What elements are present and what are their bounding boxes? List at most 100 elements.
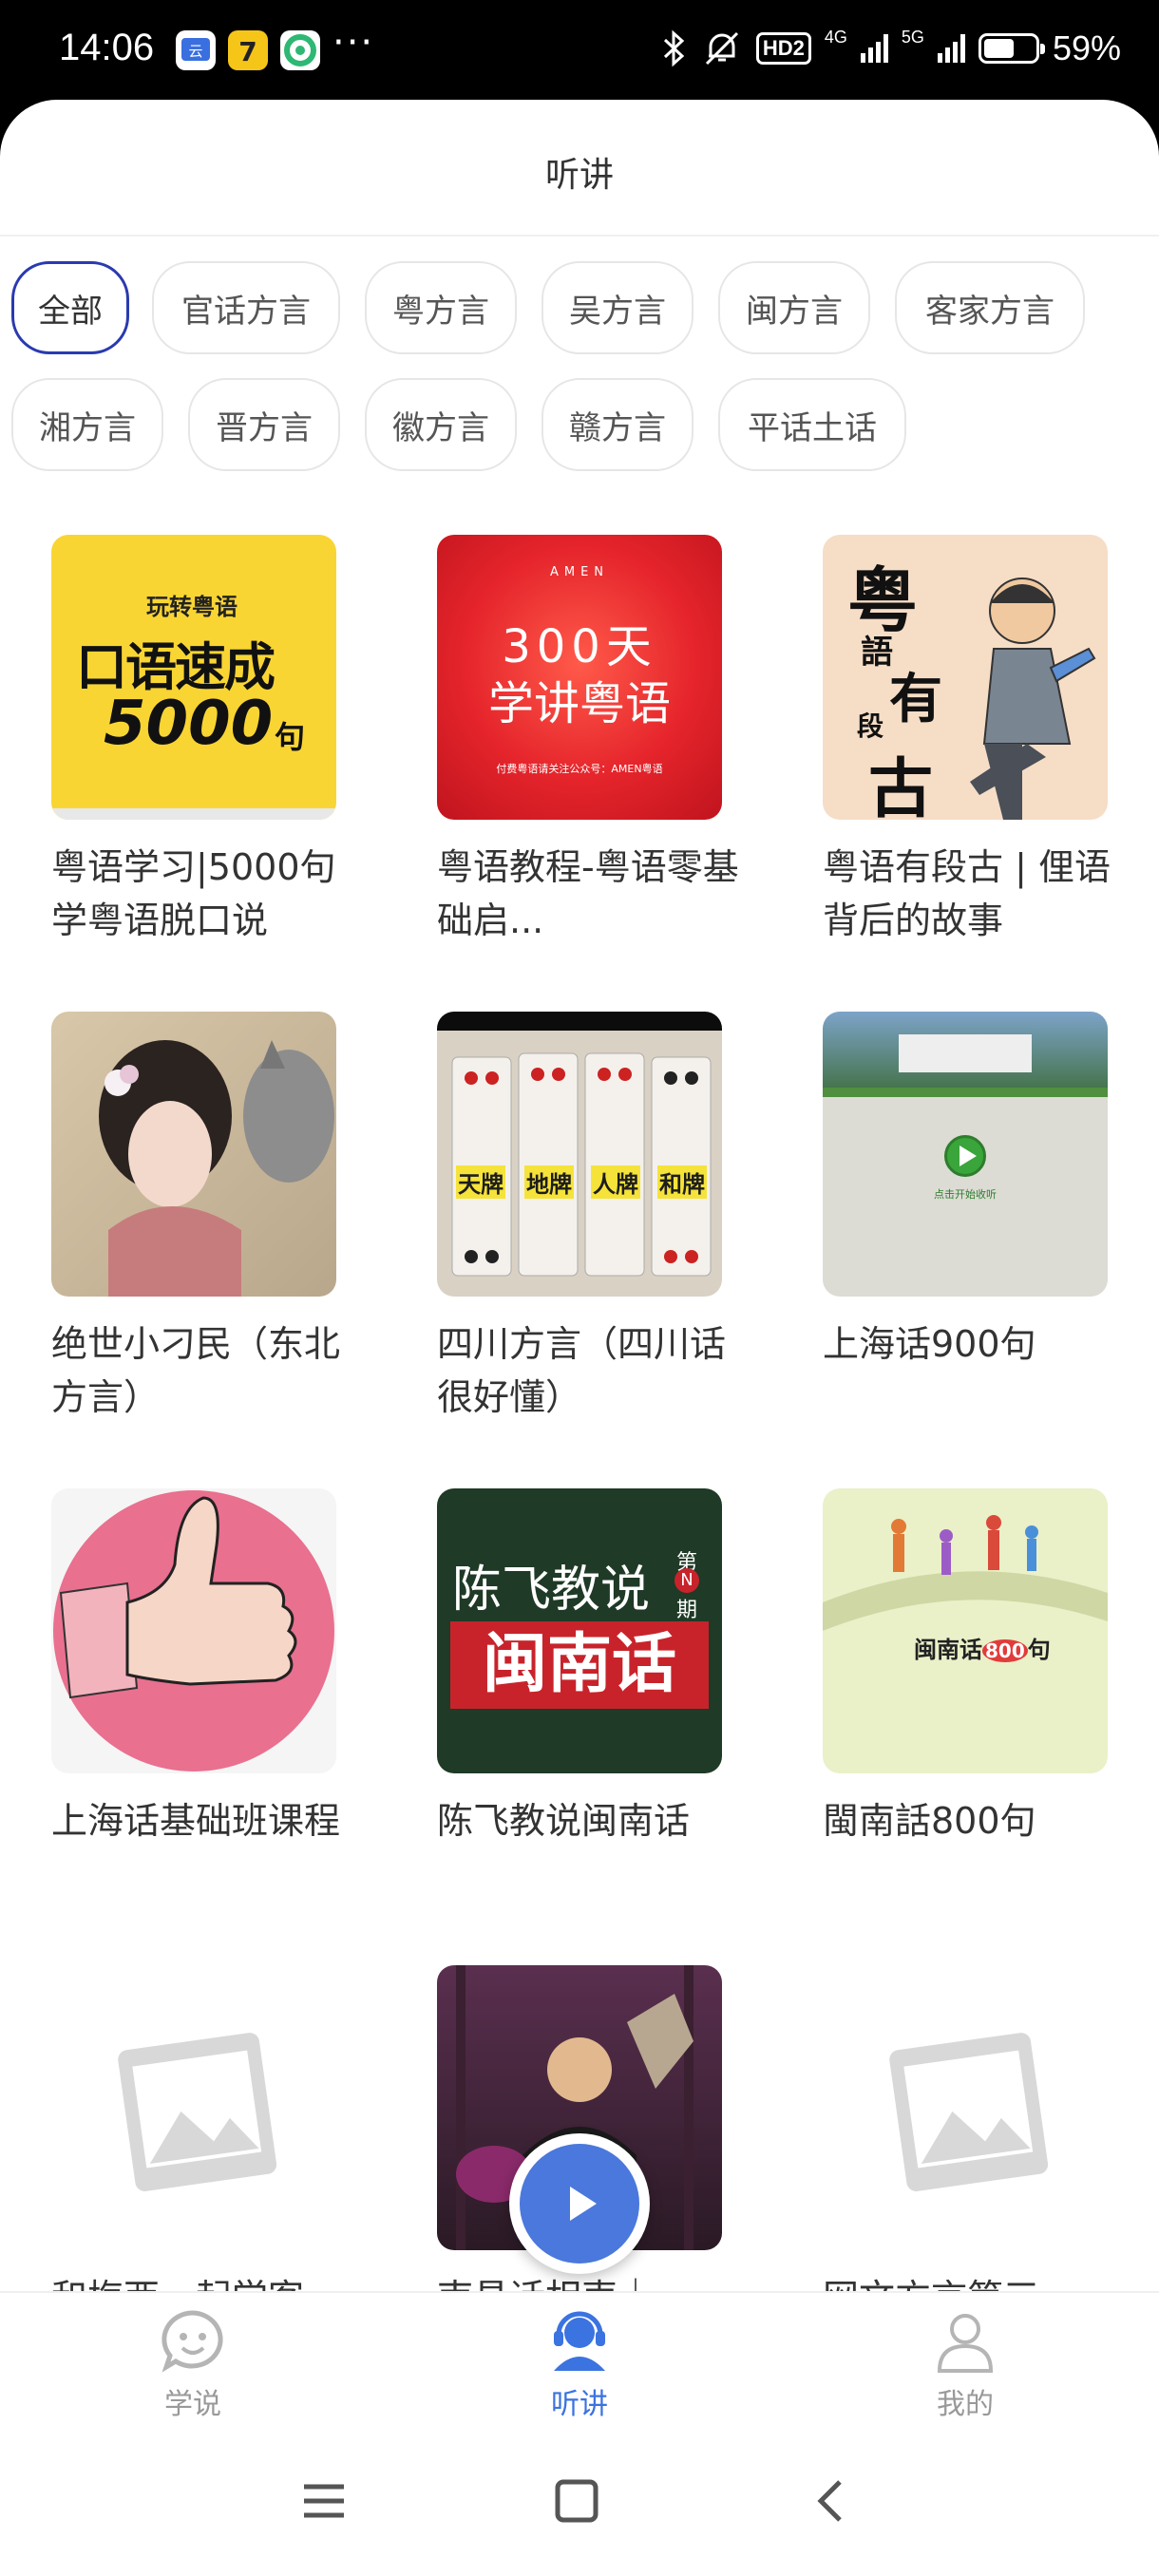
course-title: 粤语教程-粤语零基础启...	[437, 846, 739, 941]
course-cover: 玩转粤语 口语速成 5000 句	[51, 535, 336, 820]
play-button[interactable]	[509, 2133, 650, 2274]
nav-item-speak[interactable]: 学说	[98, 2308, 288, 2422]
course-cover: 粤 語 有 段 古	[823, 535, 1108, 820]
status-bar: 14:06 云 7 ··· HD2 4G 5G 59%	[0, 0, 1159, 100]
cover-text: 句	[275, 719, 306, 755]
image-placeholder-icon	[118, 2033, 277, 2191]
status-time: 14:06	[59, 27, 155, 68]
cover-text: 句	[1027, 1637, 1051, 1663]
back-icon[interactable]	[808, 2477, 855, 2525]
cover-text: 期	[676, 1599, 698, 1622]
cover-text: 和牌	[657, 1165, 707, 1199]
nav-label: 听讲	[551, 2388, 608, 2421]
cover-text: 点击开始收听	[934, 1188, 997, 1201]
app-notification-icon: 7	[228, 30, 268, 70]
course-cover: 闽南话 800 句	[823, 1488, 1108, 1773]
cover-text: 付费粤语请关注公众号：AMEN粤语	[496, 763, 663, 775]
cover-text: 人牌	[591, 1165, 640, 1199]
cover-text: 陈飞教说	[452, 1562, 651, 1619]
signal-icon	[937, 34, 965, 63]
hd-voice-badge: HD2	[755, 32, 811, 65]
course-card[interactable]: 闽南话 800 句 閩南話800句	[823, 1488, 1108, 1847]
battery-percent: 59%	[1052, 28, 1121, 67]
menu-icon[interactable]	[300, 2477, 348, 2525]
course-card[interactable]: 网文方言第三	[823, 1965, 1108, 2324]
cover-text: 語	[861, 634, 893, 672]
course-card[interactable]: 点击开始收听 上海话900句	[823, 1012, 1108, 1371]
system-nav-bar	[0, 2434, 1159, 2576]
course-title: 陈飞教说闽南话	[437, 1800, 691, 1842]
cover-text: 天牌	[456, 1165, 505, 1199]
category-chip-min[interactable]: 闽方言	[718, 261, 870, 354]
course-title: 四川方言（四川话很好懂）	[437, 1323, 727, 1418]
signal-icon	[860, 34, 888, 63]
cover-text: 有	[889, 668, 942, 730]
page-title: 听讲	[544, 156, 614, 195]
bluetooth-icon	[663, 29, 685, 67]
course-title: 上海话基础班课程	[51, 1800, 341, 1842]
course-cover: 天牌 地牌 人牌 和牌	[437, 1012, 722, 1297]
category-chip-mandarin[interactable]: 官话方言	[152, 261, 340, 354]
network-4g-label: 4G	[824, 28, 847, 47]
course-card[interactable]: AMEN 300天 学讲粤语 付费粤语请关注公众号：AMEN粤语 粤语教程-粤语…	[437, 535, 739, 947]
course-card[interactable]: 和梅西一起学客	[51, 1965, 336, 2324]
user-icon	[937, 2314, 994, 2373]
course-title: 粤语学习|5000句学粤语脱口说	[51, 846, 336, 941]
header-divider	[0, 235, 1159, 237]
category-chip-hakka[interactable]: 客家方言	[895, 261, 1085, 354]
home-icon[interactable]	[553, 2477, 600, 2525]
course-cover	[51, 1012, 336, 1297]
course-title: 绝世小刁民（东北方言）	[51, 1323, 341, 1418]
cover-text: 800	[982, 1639, 1028, 1662]
course-cover-placeholder	[823, 1965, 1108, 2250]
category-chip-xiang[interactable]: 湘方言	[11, 378, 163, 471]
course-card[interactable]: 上海话基础班课程	[51, 1488, 340, 1847]
category-chip-all[interactable]: 全部	[11, 261, 129, 354]
smiley-chat-icon	[162, 2310, 223, 2373]
cover-text: AMEN	[549, 565, 610, 579]
category-chip-wu[interactable]: 吴方言	[542, 261, 694, 354]
cover-text: 闽南话	[914, 1637, 982, 1663]
course-cover: AMEN 300天 学讲粤语 付费粤语请关注公众号：AMEN粤语	[437, 535, 722, 820]
course-card[interactable]: 粤 語 有 段 古 粤语有段古 | 俚语背后的故事	[823, 535, 1111, 947]
cover-text: 古	[868, 751, 934, 820]
course-card[interactable]: 天牌 地牌 人牌 和牌 四川方言（四川话很好懂）	[437, 1012, 726, 1424]
nav-item-me[interactable]: 我的	[870, 2308, 1060, 2422]
category-chip-yue[interactable]: 粤方言	[365, 261, 517, 354]
category-chip-pinghua[interactable]: 平话土话	[718, 378, 906, 471]
network-5g-label: 5G	[901, 28, 924, 47]
battery-icon	[978, 33, 1045, 64]
course-title: 閩南話800句	[823, 1800, 1036, 1842]
svg-text:云: 云	[188, 43, 202, 60]
thumbs-up-illustration	[53, 1490, 334, 1771]
cover-text: 闽南话	[450, 1621, 709, 1709]
woman-and-wolf-illustration	[99, 1040, 334, 1297]
course-cover-placeholder	[51, 1965, 336, 2250]
cover-text: 学讲粤语	[487, 677, 671, 730]
course-title: 粤语有段古 | 俚语背后的故事	[823, 846, 1111, 941]
app-notification-icon: 云	[176, 30, 216, 70]
category-chip-jin[interactable]: 晋方言	[188, 378, 340, 471]
more-notifications-icon: ···	[332, 21, 375, 65]
category-chip-hui[interactable]: 徽方言	[365, 378, 517, 471]
course-cover: 陈飞教说 第 N 期 闽南话	[437, 1488, 722, 1773]
mute-icon	[705, 31, 738, 66]
headset-user-icon	[554, 2311, 605, 2371]
cover-text: N	[674, 1568, 699, 1593]
cover-text: 玩转粤语	[146, 594, 238, 620]
course-title: 上海话900句	[823, 1323, 1036, 1365]
domino-cards-illustration	[451, 1052, 712, 1277]
category-chip-gan[interactable]: 赣方言	[542, 378, 694, 471]
nav-label: 学说	[164, 2388, 221, 2421]
play-button-inner	[520, 2144, 639, 2263]
cover-text: 5000	[104, 689, 274, 759]
course-card[interactable]: 陈飞教说 第 N 期 闽南话 陈飞教说闽南话	[437, 1488, 722, 1847]
cover-title: 闽南话 800 句	[914, 1631, 1051, 1664]
nav-item-listen[interactable]: 听讲	[484, 2308, 674, 2422]
cover-text: 地牌	[524, 1165, 574, 1199]
bottom-nav: 学说 听讲 我的	[0, 2291, 1159, 2434]
course-card[interactable]: 玩转粤语 口语速成 5000 句 粤语学习|5000句学粤语脱口说	[51, 535, 336, 947]
course-card[interactable]: 绝世小刁民（东北方言）	[51, 1012, 340, 1424]
course-cover: 点击开始收听	[823, 1012, 1108, 1297]
play-icon	[570, 2187, 597, 2221]
